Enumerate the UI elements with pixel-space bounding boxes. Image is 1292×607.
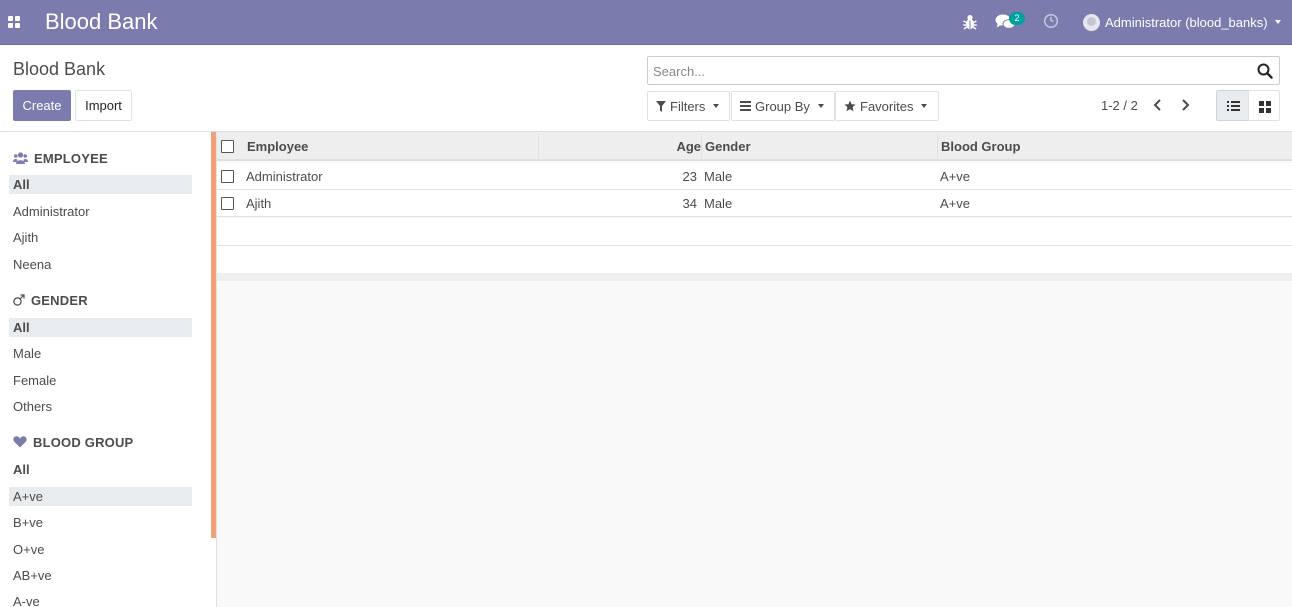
- users-icon: [13, 152, 28, 164]
- blood-group-section-title: BLOOD GROUP: [33, 434, 134, 450]
- gender-section-header: GENDER: [13, 292, 88, 308]
- chevron-left-icon[interactable]: [1150, 96, 1166, 114]
- group-by-button[interactable]: Group By: [731, 91, 835, 121]
- activity-clock-icon[interactable]: [1043, 13, 1059, 29]
- user-menu[interactable]: Administrator (blood_banks): [1083, 12, 1281, 32]
- filters-label: Filters: [670, 98, 706, 114]
- blood-group-filter-all[interactable]: All: [9, 460, 192, 479]
- cell-blood-group: A+ve: [940, 196, 970, 211]
- chevron-right-icon[interactable]: [1177, 96, 1193, 114]
- cell-blood-group: A+ve: [940, 169, 970, 184]
- create-button[interactable]: Create: [13, 90, 71, 121]
- employee-filter-ajith[interactable]: Ajith: [9, 228, 192, 247]
- employee-section-header: EMPLOYEE: [13, 150, 108, 166]
- empty-table-row: [217, 246, 1292, 274]
- search-icon[interactable]: [1257, 63, 1273, 79]
- employee-filter-administrator[interactable]: Administrator: [9, 202, 192, 221]
- kanban-icon: [1259, 101, 1271, 113]
- gender-filter-male[interactable]: Male: [9, 344, 192, 363]
- cell-employee: Ajith: [246, 196, 272, 211]
- empty-table-row: [217, 218, 1292, 246]
- list-icon: [1227, 101, 1240, 111]
- blood-group-filter-ab-pos[interactable]: AB+ve: [9, 566, 192, 585]
- row-checkbox[interactable]: [221, 197, 234, 210]
- blood-group-filter-a-pos[interactable]: A+ve: [9, 487, 192, 506]
- caret-down-icon: [817, 104, 824, 108]
- blood-group-filter-o-pos[interactable]: O+ve: [9, 540, 192, 559]
- column-header-age-label: Age: [676, 139, 701, 154]
- filter-icon: [656, 100, 666, 112]
- column-header-gender[interactable]: Gender: [705, 132, 751, 161]
- blood-group-filter-b-pos[interactable]: B+ve: [9, 513, 192, 532]
- employee-filter-neena[interactable]: Neena: [9, 255, 192, 274]
- table-header: Employee Age Gender Blood Group: [217, 132, 1292, 161]
- breadcrumb: Blood Bank: [13, 59, 106, 79]
- cell-gender: Male: [704, 196, 733, 211]
- employee-filter-all[interactable]: All: [9, 175, 192, 194]
- table-row[interactable]: Administrator 23 Male A+ve: [217, 163, 1292, 190]
- bug-icon[interactable]: [962, 13, 978, 31]
- row-checkbox[interactable]: [221, 170, 234, 183]
- cell-age: 34: [682, 196, 697, 211]
- heart-icon: [13, 436, 27, 448]
- male-icon: [13, 294, 25, 306]
- top-navbar: Blood Bank 2 Administrator (blood_banks): [0, 0, 1292, 45]
- avatar: [1083, 13, 1100, 31]
- cell-employee: Administrator: [246, 169, 323, 184]
- table-footer: [217, 273, 1292, 281]
- filters-button[interactable]: Filters: [647, 91, 730, 121]
- caret-down-icon: [921, 104, 928, 108]
- cell-gender: Male: [704, 169, 733, 184]
- employee-section-title: EMPLOYEE: [34, 150, 108, 166]
- table-row[interactable]: Ajith 34 Male A+ve: [217, 190, 1292, 217]
- list-view-button[interactable]: [1216, 90, 1249, 121]
- bars-icon: [740, 101, 751, 111]
- group-by-label: Group By: [755, 98, 810, 114]
- import-button[interactable]: Import: [75, 90, 132, 121]
- app-title[interactable]: Blood Bank: [45, 9, 158, 35]
- favorites-label: Favorites: [860, 98, 914, 114]
- pager-value[interactable]: 1-2 / 2: [1101, 98, 1138, 113]
- blood-group-section-header: BLOOD GROUP: [13, 434, 133, 450]
- gender-filter-all[interactable]: All: [9, 318, 192, 337]
- select-all-checkbox[interactable]: [221, 140, 234, 153]
- user-name: Administrator (blood_banks): [1105, 14, 1268, 30]
- search-input[interactable]: [653, 62, 1243, 80]
- column-header-employee[interactable]: Employee: [247, 132, 308, 161]
- column-header-age[interactable]: Age: [539, 132, 701, 161]
- gender-filter-female[interactable]: Female: [9, 371, 192, 390]
- apps-menu-icon[interactable]: [8, 16, 20, 28]
- column-header-blood-group[interactable]: Blood Group: [941, 132, 1020, 161]
- column-separator: [937, 134, 938, 159]
- chevron-down-icon: [1274, 20, 1281, 24]
- kanban-view-button[interactable]: [1248, 90, 1280, 121]
- caret-down-icon: [713, 104, 720, 108]
- star-icon: [844, 100, 856, 112]
- blood-group-filter-a-neg[interactable]: A-ve: [9, 592, 192, 607]
- gender-section-title: GENDER: [31, 292, 88, 308]
- column-separator: [701, 134, 702, 159]
- cell-age: 23: [682, 169, 697, 184]
- favorites-button[interactable]: Favorites: [835, 91, 939, 121]
- search-panel: EMPLOYEE All Administrator Ajith Neena G…: [0, 132, 211, 607]
- search-bar: [647, 56, 1280, 85]
- gender-filter-others[interactable]: Others: [9, 397, 192, 416]
- chat-count-badge: 2: [1009, 12, 1025, 25]
